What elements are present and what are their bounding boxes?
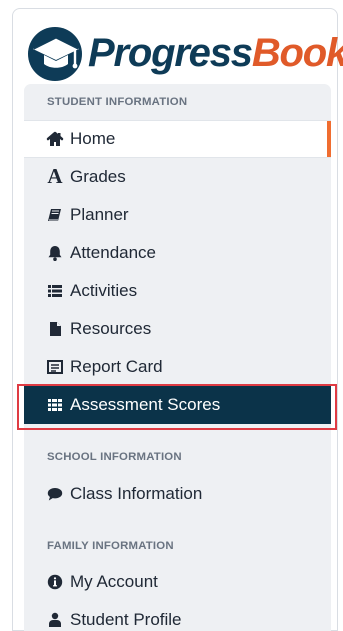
info-circle-icon <box>46 573 64 591</box>
sidebar-item-class-information[interactable]: Class Information <box>24 475 331 513</box>
planner-icon <box>46 206 64 224</box>
sidebar-item-assessment-scores-label: Assessment Scores <box>70 395 221 414</box>
home-current-indicator <box>327 121 331 157</box>
sidebar-item-attendance[interactable]: Attendance <box>24 234 331 272</box>
sidebar-item-assessment-scores[interactable]: Assessment Scores <box>24 386 331 424</box>
student-navigation-sidebar: STUDENT INFORMATION Home A Grades Planne… <box>24 84 331 631</box>
progressbook-navigation-window: ProgressBook STUDENT INFORMATION Home A … <box>0 0 343 631</box>
user-icon <box>46 611 64 629</box>
grade-letter-glyph: A <box>47 164 63 188</box>
sidebar-item-my-account[interactable]: My Account <box>24 563 331 601</box>
home-icon <box>46 130 64 148</box>
progressbook-wordmark: ProgressBook <box>88 33 343 73</box>
sidebar-item-grades[interactable]: A Grades <box>24 158 331 196</box>
sidebar-item-grades-label: Grades <box>70 167 126 186</box>
sidebar-item-planner[interactable]: Planner <box>24 196 331 234</box>
list-icon <box>46 282 64 300</box>
file-icon <box>46 320 64 338</box>
sidebar-item-home[interactable]: Home <box>24 120 331 158</box>
sidebar-item-attendance-label: Attendance <box>70 243 157 262</box>
sidebar-item-resources-label: Resources <box>70 319 152 338</box>
sidebar-item-resources[interactable]: Resources <box>24 310 331 348</box>
progress-wordmark: Progress <box>88 31 253 75</box>
speech-bubble-icon <box>46 485 64 503</box>
bell-icon <box>46 244 64 262</box>
sidebar-item-class-information-label: Class Information <box>70 484 203 503</box>
book-wordmark: Book <box>251 31 343 75</box>
sidebar-item-student-profile-label: Student Profile <box>70 610 182 629</box>
report-card-icon <box>46 358 64 376</box>
student-information-heading: STUDENT INFORMATION <box>47 96 188 108</box>
sidebar-item-home-label: Home <box>70 129 116 148</box>
sidebar-item-activities-label: Activities <box>70 281 138 300</box>
family-information-heading: FAMILY INFORMATION <box>47 540 174 552</box>
sidebar-item-student-profile[interactable]: Student Profile <box>24 601 331 631</box>
sidebar-item-report-card-label: Report Card <box>70 357 163 376</box>
grade-letter-icon: A <box>46 164 64 188</box>
school-information-heading: SCHOOL INFORMATION <box>47 451 182 463</box>
sidebar-item-my-account-label: My Account <box>70 572 158 591</box>
progressbook-logo[interactable]: ProgressBook <box>26 24 343 82</box>
sidebar-item-activities[interactable]: Activities <box>24 272 331 310</box>
assessment-scores-icon <box>46 396 64 414</box>
graduation-cap-logo-icon <box>28 27 82 81</box>
sidebar-item-planner-label: Planner <box>70 205 129 224</box>
sidebar-item-report-card[interactable]: Report Card <box>24 348 331 386</box>
